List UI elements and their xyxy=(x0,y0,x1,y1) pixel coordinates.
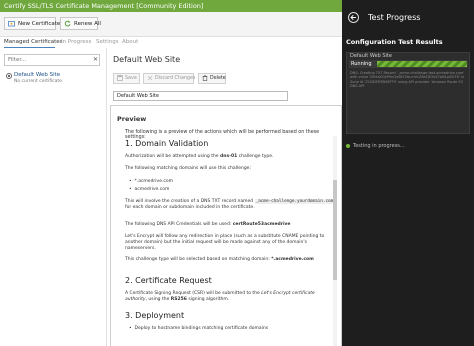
new-certificate-label: New Certificate xyxy=(18,20,61,27)
renew-all-label: Renew All xyxy=(74,20,101,27)
csr-text: A Certificate Signing Request (CSR) will… xyxy=(125,291,315,302)
renew-all-button[interactable]: Renew All xyxy=(60,17,101,30)
validation-challenge-text: Authorization will be attempted using th… xyxy=(125,154,274,159)
section-certificate-request-title: 2. Certificate Request xyxy=(125,276,212,285)
redirection-note-text: Let's Encrypt will follow any redirectio… xyxy=(125,234,325,251)
section-deployment-title: 3. Deployment xyxy=(125,311,185,320)
site-item-name: Default Web Site xyxy=(14,72,61,78)
active-tab-indicator xyxy=(4,47,55,48)
dns-txt-record-text: This will involve the creation of a DNS … xyxy=(125,199,335,210)
new-certificate-button[interactable]: New Certificate xyxy=(4,17,60,30)
test-results-heading: Configuration Test Results xyxy=(346,38,443,46)
domain-list-item: • *.acmedrive.com xyxy=(129,179,174,184)
matching-domains-text: The following matching domains will use … xyxy=(125,166,251,171)
toolbar: New Certificate Renew All xyxy=(0,12,342,37)
site-item-status: No current certificate. xyxy=(14,79,64,84)
save-label: Save xyxy=(125,76,137,81)
test-progress-title: Test Progress xyxy=(368,13,421,22)
preview-heading: Preview xyxy=(117,115,147,123)
title-bar: Certify SSL/TLS Certificate Management [… xyxy=(0,0,342,12)
site-list-item[interactable]: Default Web Site No current certificate. xyxy=(4,71,100,87)
status-dot-icon xyxy=(346,144,350,148)
site-radio-icon xyxy=(6,73,12,79)
discard-icon xyxy=(147,75,153,83)
test-result-site-name: Default Web Site xyxy=(350,53,392,59)
window-title: Certify SSL/TLS Certificate Management [… xyxy=(4,2,204,10)
sidebar-divider xyxy=(106,48,107,346)
test-log-text: DNS: Creating TXT Record '_acme-challeng… xyxy=(350,71,465,89)
test-progress-bar xyxy=(377,61,467,67)
tab-in-progress[interactable]: In Progress xyxy=(61,39,91,45)
preview-scrollbar-thumb[interactable] xyxy=(333,180,337,280)
tab-about[interactable]: About xyxy=(122,39,138,45)
test-status-footer: Testing in progress... xyxy=(346,143,405,149)
name-field[interactable] xyxy=(114,92,290,100)
deployment-text: • Deploy to hostname bindings matching c… xyxy=(129,326,269,331)
test-status-footer-text: Testing in progress... xyxy=(353,143,405,149)
delete-icon xyxy=(202,74,208,83)
tab-managed-certificates[interactable]: Managed Certificates xyxy=(4,39,63,45)
dns-credentials-text: The following DNS API Credentials will b… xyxy=(125,222,291,227)
renew-icon xyxy=(64,20,71,27)
delete-button[interactable]: Delete xyxy=(198,73,226,84)
site-title: Default Web Site xyxy=(113,55,181,64)
domain-list-item: • acmedrive.com xyxy=(129,187,170,192)
discard-changes-label: Discard Changes xyxy=(155,76,196,81)
filter-box xyxy=(4,54,100,66)
save-button[interactable]: Save xyxy=(113,73,140,84)
section-domain-validation-title: 1. Domain Validation xyxy=(125,139,209,148)
name-field-box xyxy=(113,91,290,101)
new-certificate-icon xyxy=(8,20,15,27)
challenge-selection-text: This challenge type will be selected bas… xyxy=(125,257,314,262)
discard-changes-button[interactable]: Discard Changes xyxy=(143,73,196,84)
back-arrow-icon[interactable] xyxy=(348,12,359,23)
clear-filter-icon[interactable]: ✕ xyxy=(93,56,98,63)
test-status-label: Running xyxy=(351,61,372,67)
filter-input[interactable] xyxy=(5,55,93,65)
delete-label: Delete xyxy=(210,76,226,81)
save-icon xyxy=(117,74,123,83)
tab-settings[interactable]: Settings xyxy=(96,39,119,45)
